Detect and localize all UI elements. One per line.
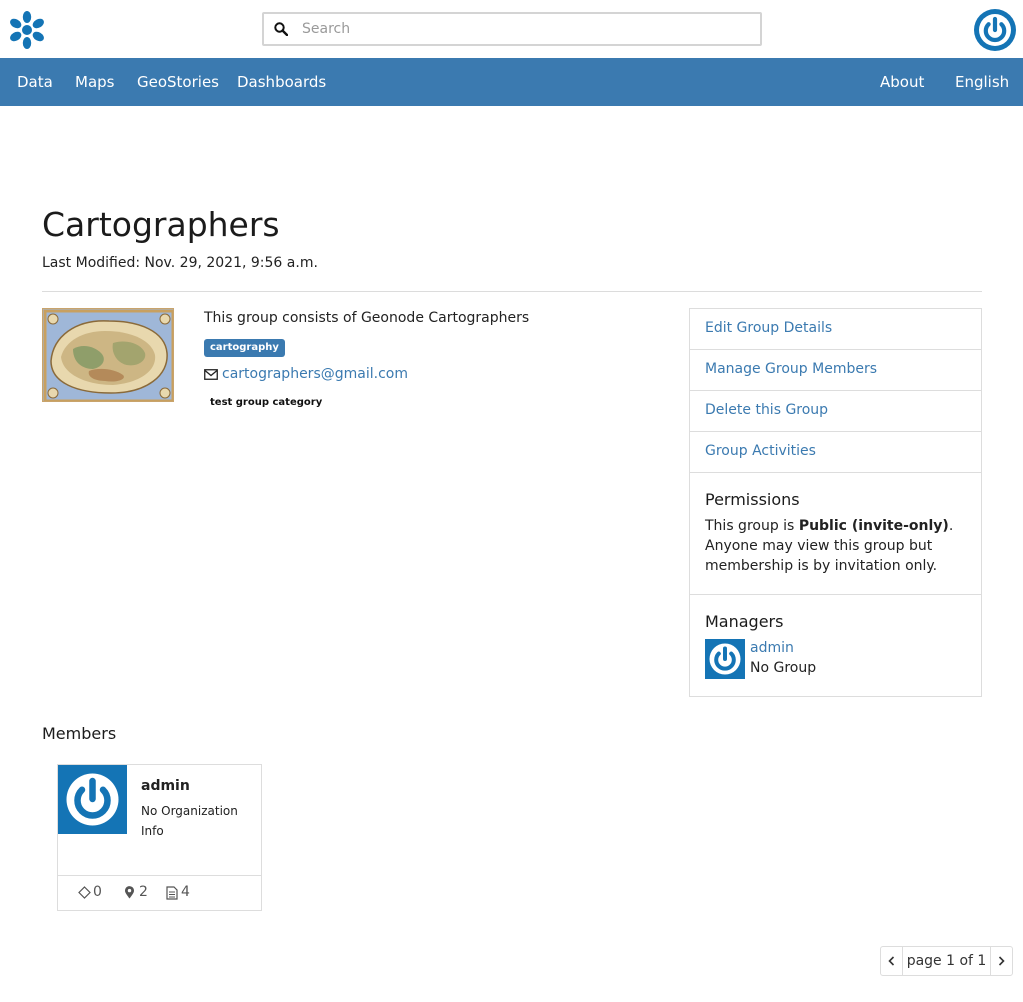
group-email-link[interactable]: cartographers@gmail.com [222, 366, 408, 382]
permissions-text: This group is Public (invite-only). Anyo… [705, 518, 954, 574]
power-icon[interactable] [974, 9, 1016, 51]
search-bar[interactable] [262, 12, 762, 46]
nav-dashboards[interactable]: Dashboards [237, 58, 326, 106]
previous-page-button[interactable] [881, 947, 903, 975]
members-title: Members [42, 724, 117, 743]
next-page-button[interactable] [990, 947, 1012, 975]
delete-group-label[interactable]: Delete this Group [705, 402, 828, 418]
top-bar [0, 0, 1023, 58]
nav-about[interactable]: About [880, 58, 924, 106]
search-input[interactable] [302, 18, 742, 40]
member-name[interactable]: admin [141, 778, 190, 794]
member-avatar[interactable] [58, 765, 127, 834]
manager-avatar[interactable] [705, 639, 745, 679]
search-icon [274, 22, 288, 36]
group-description: This group consists of Geonode Cartograp… [204, 310, 530, 326]
nav-geostories[interactable]: GeoStories [137, 58, 219, 106]
member-organization: No Organization Info [141, 804, 238, 838]
envelope-icon [204, 369, 218, 380]
member-card[interactable]: admin No Organization Info 0 2 4 [57, 764, 262, 911]
keyword-badge[interactable]: cartography [204, 339, 285, 357]
permissions-title: Permissions [705, 490, 800, 509]
nav-maps[interactable]: Maps [75, 58, 114, 106]
nav-language[interactable]: English [955, 58, 1009, 106]
last-modified: Last Modified: Nov. 29, 2021, 9:56 a.m. [42, 255, 318, 271]
group-activities-label[interactable]: Group Activities [705, 443, 816, 459]
pagination: page 1 of 1 [880, 946, 1013, 976]
layers-diamond-icon [78, 886, 91, 899]
manage-group-members-label[interactable]: Manage Group Members [705, 361, 877, 377]
manage-group-members-link[interactable]: Manage Group Members [690, 350, 981, 391]
permissions-section: Permissions This group is Public (invite… [690, 473, 981, 595]
page-title: Cartographers [42, 205, 280, 244]
document-icon [166, 886, 178, 900]
manager-name-link[interactable]: admin [750, 640, 794, 656]
geonode-logo-icon[interactable] [6, 9, 48, 51]
group-activities-link[interactable]: Group Activities [690, 432, 981, 473]
manager-group: No Group [750, 660, 817, 676]
header-divider [42, 291, 982, 292]
group-category[interactable]: test group category [210, 397, 322, 408]
edit-group-details-link[interactable]: Edit Group Details [690, 309, 981, 350]
chevron-right-icon [998, 956, 1005, 966]
edit-group-details-label[interactable]: Edit Group Details [705, 320, 832, 336]
nav-data[interactable]: Data [17, 58, 53, 106]
managers-title: Managers [705, 612, 784, 631]
member-stats: 0 2 4 [58, 875, 261, 910]
main-navbar: Data Maps GeoStories Dashboards About En… [0, 58, 1023, 106]
chevron-left-icon [888, 956, 895, 966]
delete-group-link[interactable]: Delete this Group [690, 391, 981, 432]
page-indicator: page 1 of 1 [906, 953, 987, 969]
group-sidebar: Edit Group Details Manage Group Members … [689, 308, 982, 697]
group-thumbnail [42, 308, 174, 402]
map-marker-icon [125, 886, 134, 899]
